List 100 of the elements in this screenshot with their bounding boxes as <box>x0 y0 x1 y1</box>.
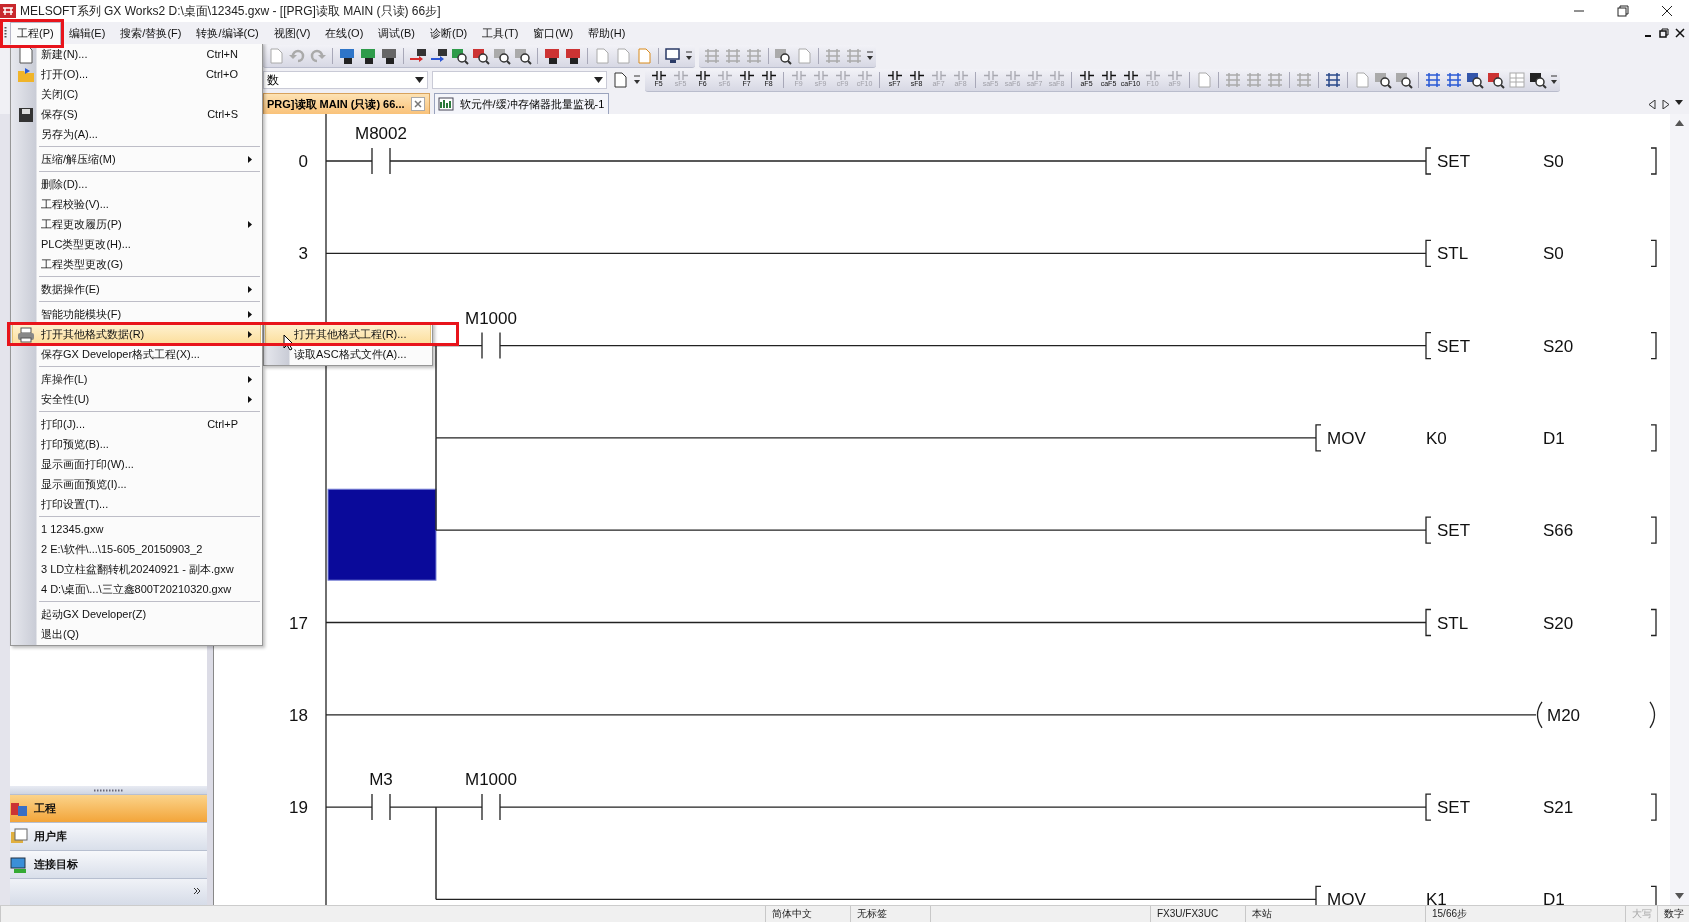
menu-item[interactable]: 删除(D)... <box>12 174 261 194</box>
magnifier-icon[interactable] <box>1487 70 1505 89</box>
menu-item[interactable]: 库操作(L) <box>12 369 261 389</box>
menu-item[interactable]: 压缩/解压缩(M) <box>12 149 261 169</box>
arrow-icon[interactable] <box>409 46 427 65</box>
menu-item[interactable]: 关闭(C) <box>12 84 261 104</box>
close-icon[interactable] <box>1661 5 1673 17</box>
restore-icon[interactable] <box>1659 28 1669 38</box>
menu-item[interactable]: 窗口(W) <box>526 21 581 45</box>
grip-icon[interactable] <box>93 788 124 792</box>
overflow-chevron-icon[interactable] <box>633 74 641 86</box>
menu-item[interactable]: 工具(T) <box>475 21 526 45</box>
menu-item[interactable]: 工程更改履历(P) <box>12 214 261 234</box>
menu-item[interactable]: 1 12345.gxw <box>12 519 261 539</box>
menu-item[interactable]: PLC类型更改(H)... <box>12 234 261 254</box>
navigation-button[interactable]: 工程 <box>10 794 207 822</box>
ladder-icon[interactable] <box>1424 70 1442 89</box>
left-bracket <box>1315 424 1322 452</box>
instruction-name: SET <box>1437 152 1471 171</box>
ladder-icon[interactable] <box>1324 70 1342 89</box>
chip-icon[interactable] <box>380 46 398 65</box>
menu-item[interactable]: 另存为(A)... <box>12 124 261 144</box>
dropdown-field[interactable] <box>432 71 607 89</box>
menu-item[interactable]: 帮助(H) <box>581 21 633 45</box>
menu-item[interactable]: 读取ASC格式文件(A)... <box>265 344 431 364</box>
magnifier-icon[interactable] <box>1466 70 1484 89</box>
menu-item[interactable]: 数据操作(E) <box>12 279 261 299</box>
menu-item[interactable]: 打印(J)... Ctrl+P <box>12 414 261 434</box>
overflow-chevron-icon[interactable] <box>866 49 874 62</box>
menu-item[interactable]: 保存(S) Ctrl+S <box>12 104 261 124</box>
operand: S20 <box>1543 336 1574 356</box>
contact-icon <box>1145 71 1160 80</box>
operand: S0 <box>1543 244 1564 264</box>
contact-icon <box>651 71 666 80</box>
magnifier-icon[interactable] <box>493 46 511 65</box>
scroll-left-icon[interactable] <box>1649 100 1656 109</box>
menu-item[interactable]: 安全性(U) <box>12 389 261 409</box>
dropdown-arrow-icon[interactable] <box>1675 100 1683 105</box>
ladder-icon[interactable] <box>1445 70 1463 89</box>
overflow-chevron-icon[interactable] <box>685 49 693 62</box>
document-icon[interactable] <box>611 71 629 89</box>
menu-item[interactable]: 显示画面打印(W)... <box>12 454 261 474</box>
magnifier-icon[interactable] <box>472 46 490 65</box>
magnifier-icon[interactable] <box>1395 70 1413 89</box>
menu-item[interactable]: 工程类型更改(G) <box>12 254 261 274</box>
operand: D1 <box>1543 890 1565 905</box>
menu-item[interactable]: 智能功能模块(F) <box>12 304 261 324</box>
document-tab[interactable]: PRG]读取 MAIN (只读) 66... <box>263 93 430 114</box>
menu-item[interactable]: 诊断(D) <box>423 21 475 45</box>
menu-item[interactable]: 保存GX Developer格式工程(X)... <box>12 344 261 364</box>
menu-item[interactable]: 转换/编译(C) <box>189 21 266 45</box>
menu-item[interactable]: 3 LD立柱盆翻转机20240921 - 副本.gxw <box>12 559 261 579</box>
magnifier-icon[interactable] <box>774 46 792 65</box>
menu-item[interactable]: 新建(N)... Ctrl+N <box>12 44 261 64</box>
grip-icon[interactable] <box>3 26 7 40</box>
contact-icon <box>835 71 850 80</box>
scroll-up-icon[interactable] <box>1675 120 1684 126</box>
chevron-icon[interactable] <box>193 887 201 897</box>
chip-icon[interactable] <box>543 46 561 65</box>
left-bracket <box>1425 608 1432 637</box>
operand: S0 <box>1543 152 1564 171</box>
chip-icon[interactable] <box>359 46 377 65</box>
contact-icon <box>673 71 688 80</box>
magnifier-icon[interactable] <box>1374 70 1392 89</box>
dropdown-arrow-icon[interactable] <box>415 77 424 83</box>
menu-item[interactable]: 视图(V) <box>266 21 318 45</box>
menu-item[interactable]: 打印设置(T)... <box>12 494 261 514</box>
scroll-down-icon[interactable] <box>1675 893 1684 899</box>
menu-item[interactable]: 显示画面预览(I)... <box>12 474 261 494</box>
menu-item[interactable]: 打印预览(B)... <box>12 434 261 454</box>
right-bracket <box>1650 424 1657 452</box>
navigation-button[interactable]: 连接目标 <box>10 850 207 878</box>
menu-item[interactable]: 打开其他格式数据(R) <box>12 324 261 344</box>
chip-icon[interactable] <box>564 46 582 65</box>
arrow-icon[interactable] <box>430 46 448 65</box>
navigation-button[interactable]: 用户库 <box>10 822 207 850</box>
menu-item[interactable]: 工程(P) <box>10 21 61 45</box>
menu-item[interactable]: 在线(O) <box>318 21 371 45</box>
document-tab[interactable]: 软元件/缓冲存储器批量监视-1 <box>433 93 610 114</box>
menu-item[interactable]: 工程校验(V)... <box>12 194 261 214</box>
magnifier-icon[interactable] <box>514 46 532 65</box>
overflow-chevron-icon[interactable] <box>1550 73 1558 86</box>
menu-item[interactable]: 打开(O)... Ctrl+O <box>12 64 261 84</box>
menu-item[interactable]: 4 D:\桌面\...\三立鑫800T20210320.gxw <box>12 579 261 599</box>
menu-item[interactable]: 搜索/替换(F) <box>113 21 189 45</box>
instruction-name: SET <box>1437 521 1471 541</box>
menu-item[interactable]: 起动GX Developer(Z) <box>12 604 261 624</box>
right-bracket <box>1650 147 1657 175</box>
magnifier-icon[interactable] <box>1529 70 1547 89</box>
menu-item[interactable]: 调试(B) <box>371 21 422 45</box>
scroll-right-icon[interactable] <box>1662 100 1669 109</box>
monitor-icon[interactable] <box>664 46 682 65</box>
magnifier-icon[interactable] <box>451 46 469 65</box>
menu-item[interactable]: 退出(Q) <box>12 624 261 644</box>
chip-icon[interactable] <box>338 46 356 65</box>
restore-icon[interactable] <box>1617 5 1629 17</box>
menu-item[interactable]: 编辑(E) <box>61 21 113 45</box>
dropdown-arrow-icon[interactable] <box>594 77 603 83</box>
menu-item[interactable]: 2 E:\软件\...\15-605_20150903_2 <box>12 539 261 559</box>
close-icon[interactable] <box>1675 28 1685 38</box>
